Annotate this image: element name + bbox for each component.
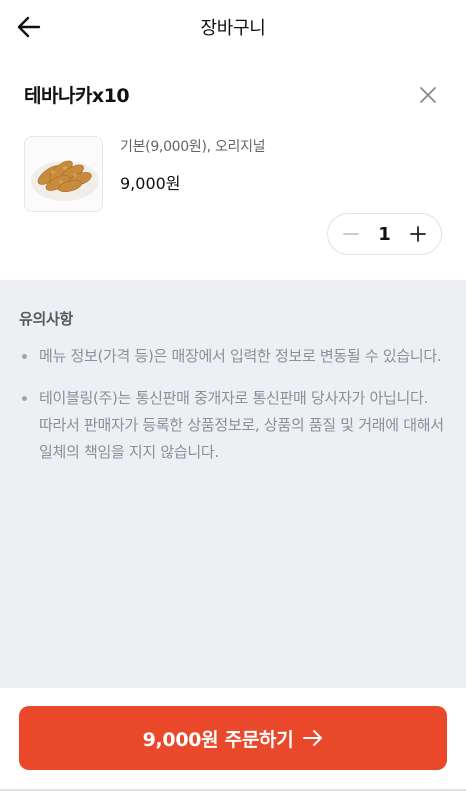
bullet-dot bbox=[22, 396, 27, 401]
order-button[interactable]: 9,000원 주문하기 bbox=[19, 706, 447, 770]
app-header: 장바구니 bbox=[0, 0, 466, 54]
remove-item-button[interactable] bbox=[414, 81, 442, 109]
plus-icon bbox=[410, 226, 426, 242]
back-button[interactable] bbox=[14, 12, 44, 42]
quantity-stepper: 1 bbox=[327, 213, 442, 255]
notice-text: 테이블링(주)는 통신판매 중개자로 통신판매 당사자가 아닙니다. 따라서 판… bbox=[39, 389, 444, 461]
item-price: 9,000원 bbox=[120, 174, 181, 193]
close-icon bbox=[420, 87, 436, 103]
cart-item: 테바나카x10 기본(9,000원), 오리지널 9,000원 1 bbox=[0, 54, 466, 280]
page-title: 장바구니 bbox=[200, 18, 266, 39]
minus-icon bbox=[343, 233, 359, 235]
bullet-dot bbox=[22, 354, 27, 359]
notice-title: 유의사항 bbox=[19, 310, 74, 328]
bottom-bar: 9,000원 주문하기 bbox=[0, 688, 466, 791]
order-button-label: 9,000원 주문하기 bbox=[142, 728, 294, 751]
notice-item: 메뉴 정보(가격 등)은 매장에서 입력한 정보로 변동될 수 있습니다. bbox=[19, 343, 447, 370]
item-thumbnail bbox=[24, 136, 103, 212]
notice-text: 메뉴 정보(가격 등)은 매장에서 입력한 정보로 변동될 수 있습니다. bbox=[39, 347, 442, 365]
fried-chicken-wings-photo bbox=[25, 137, 102, 211]
notice-section: 유의사항 메뉴 정보(가격 등)은 매장에서 입력한 정보로 변동될 수 있습니… bbox=[0, 280, 466, 688]
increase-button[interactable] bbox=[407, 223, 429, 245]
arrow-left-icon bbox=[17, 16, 41, 38]
arrow-right-icon bbox=[303, 730, 323, 746]
quantity-value: 1 bbox=[378, 223, 391, 245]
item-option: 기본(9,000원), 오리지널 bbox=[120, 139, 266, 155]
decrease-button[interactable] bbox=[340, 223, 362, 245]
item-name: 테바나카x10 bbox=[24, 85, 130, 107]
notice-item: 테이블링(주)는 통신판매 중개자로 통신판매 당사자가 아닙니다. 따라서 판… bbox=[19, 385, 447, 466]
